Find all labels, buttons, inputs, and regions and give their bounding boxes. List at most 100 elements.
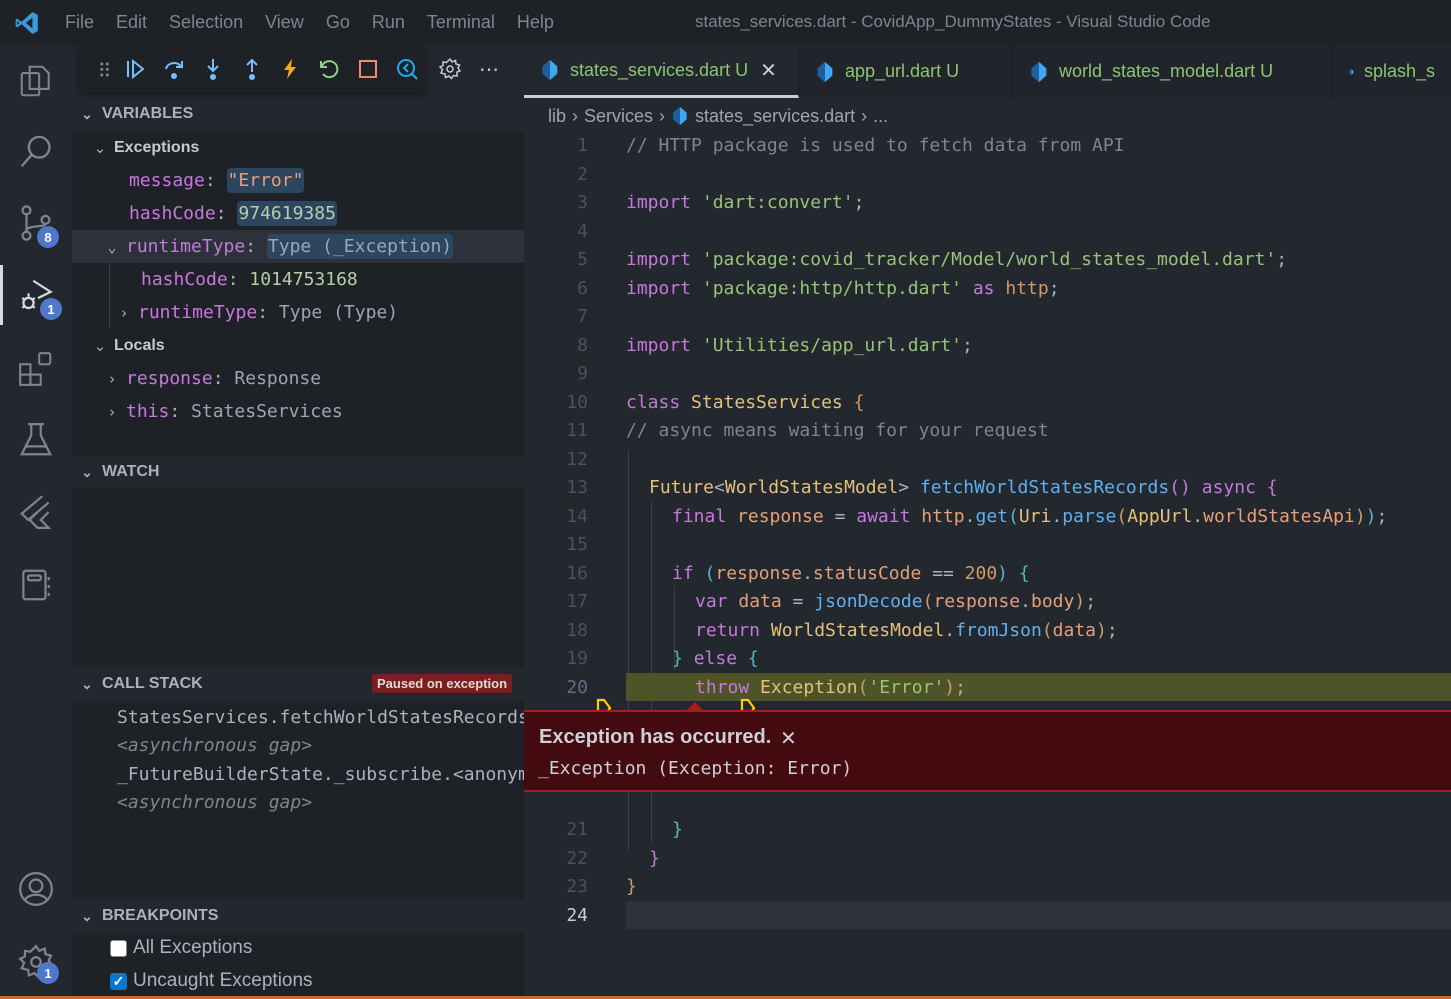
activity-search[interactable] <box>0 122 72 182</box>
debug-badge: 1 <box>40 298 62 320</box>
activity-flutter[interactable] <box>0 482 72 542</box>
variable-message[interactable]: message: "Error" <box>72 164 524 197</box>
uncaught-exceptions-checkbox[interactable]: ✓ <box>110 972 127 990</box>
variable-value: Type (Type) <box>278 302 399 323</box>
tab-splash[interactable]: splash_s <box>1333 45 1451 98</box>
extensions-icon <box>19 352 52 386</box>
gear-icon <box>438 57 462 80</box>
activity-testing[interactable] <box>0 410 72 470</box>
breakpoints-section-header[interactable]: ⌄ BREAKPOINTS <box>72 899 524 933</box>
variable-inner-hashcode[interactable]: hashCode: 1014753168 <box>72 263 524 296</box>
tab-label: world_states_model.dart <box>1059 61 1256 81</box>
variable-response[interactable]: › response: Response <box>72 362 524 395</box>
variable-hashcode[interactable]: hashCode: 974619385 <box>72 197 524 230</box>
menu-edit[interactable]: Edit <box>105 12 158 33</box>
paused-on-exception-badge: Paused on exception <box>372 674 513 693</box>
variable-this[interactable]: › this: StatesServices <box>72 395 524 428</box>
stack-async-gap: <asynchronous gap> <box>117 735 313 756</box>
code-line: 21} <box>566 818 683 840</box>
menu-file[interactable]: File <box>54 12 105 33</box>
close-icon[interactable]: ✕ <box>780 726 797 751</box>
breadcrumb-services[interactable]: Services <box>584 106 653 127</box>
continue-button[interactable] <box>116 50 155 88</box>
chevron-right-icon: › <box>572 105 579 126</box>
menu-terminal[interactable]: Terminal <box>416 12 506 33</box>
account-icon <box>19 872 53 906</box>
activity-source-control[interactable]: 8 <box>0 193 72 253</box>
scope-exceptions[interactable]: ⌄ Exceptions <box>72 131 524 164</box>
variable-value: Response <box>234 368 322 389</box>
breadcrumb-file[interactable]: states_services.dart <box>695 106 855 127</box>
menu-go[interactable]: Go <box>315 12 361 33</box>
variable-runtimetype[interactable]: ⌄ runtimeType: Type (_Exception) <box>72 230 524 263</box>
activity-explorer[interactable] <box>0 51 72 111</box>
breakpoint-uncaught-exceptions[interactable]: ✓ Uncaught Exceptions <box>110 970 313 992</box>
menu-run[interactable]: Run <box>361 12 416 33</box>
activity-accounts[interactable] <box>0 859 72 919</box>
close-icon[interactable]: ✕ <box>760 58 777 83</box>
menu-selection[interactable]: Selection <box>158 12 254 33</box>
activity-notebook[interactable] <box>0 555 72 615</box>
window-title: states_services.dart - CovidApp_DummySta… <box>695 12 1211 31</box>
tab-app-url[interactable]: app_url.dart U <box>799 45 1013 98</box>
all-exceptions-checkbox[interactable] <box>110 939 127 957</box>
search-icon <box>20 135 51 168</box>
tab-world-states-model[interactable]: world_states_model.dart U <box>1013 45 1333 98</box>
breakpoint-all-exceptions[interactable]: All Exceptions <box>110 937 252 959</box>
tab-label: splash_s <box>1363 61 1435 81</box>
step-into-icon <box>207 59 219 80</box>
callstack-section-header[interactable]: ⌄ CALL STACK Paused on exception <box>72 667 524 701</box>
stack-frame[interactable]: StatesServices.fetchWorldStatesRecords <box>117 707 529 728</box>
code-line: 4 <box>577 220 588 242</box>
debug-drag-handle[interactable] <box>94 50 116 88</box>
breakpoint-label: Uncaught Exceptions <box>133 970 313 991</box>
exception-arrow <box>686 702 704 711</box>
restart-button[interactable] <box>310 50 349 88</box>
scope-locals[interactable]: ⌄ Locals <box>72 329 524 362</box>
code-line: 23} <box>566 875 637 897</box>
tab-label: states_services.dart <box>570 59 731 80</box>
notebook-icon <box>22 569 50 601</box>
hot-reload-button[interactable] <box>271 50 310 88</box>
activity-run-debug[interactable]: 1 <box>0 265 72 325</box>
menu-help[interactable]: Help <box>506 12 565 33</box>
variable-name: response <box>126 368 213 389</box>
watch-section-header[interactable]: ⌄ WATCH <box>72 455 524 489</box>
code-line: 7 <box>577 305 588 327</box>
code-line: 6 import 'package:http/http.dart' as http… <box>577 277 1060 299</box>
code-line: 18 return WorldStatesModel.fromJson(data)… <box>566 619 1118 641</box>
activity-extensions[interactable] <box>0 339 72 399</box>
chevron-down-icon: ⌄ <box>81 463 93 480</box>
watch-title: WATCH <box>102 463 160 480</box>
code-editor[interactable]: 1// HTTP package is used to fetch data f… <box>524 130 1451 999</box>
code-line: 2 <box>577 163 588 185</box>
chevron-down-icon: ⌄ <box>81 907 93 924</box>
chevron-down-icon: ⌄ <box>93 139 107 157</box>
breadcrumb-symbol[interactable]: ... <box>873 106 888 127</box>
debug-toolbar <box>80 46 426 92</box>
stop-button[interactable] <box>349 50 388 88</box>
stop-icon <box>358 60 377 78</box>
vscode-logo-icon <box>0 0 54 45</box>
variable-value: 974619385 <box>237 201 337 226</box>
step-into-button[interactable] <box>194 50 233 88</box>
activity-bar: 8 1 1 <box>0 45 72 999</box>
variable-name: this <box>126 401 170 422</box>
debug-settings-button[interactable] <box>437 56 463 82</box>
more-actions-button[interactable]: ⋯ <box>476 56 502 82</box>
tab-label: app_url.dart <box>845 61 942 81</box>
activity-manage[interactable]: 1 <box>0 932 72 992</box>
chevron-down-icon: ⌄ <box>93 337 107 355</box>
tab-states-services[interactable]: states_services.dart U ✕ <box>524 45 799 98</box>
exception-widget: Exception has occurred. ✕ _Exception (Ex… <box>524 702 1451 792</box>
stack-frame[interactable]: _FutureBuilderState._subscribe.<anonym <box>117 764 529 785</box>
step-over-button[interactable] <box>155 50 194 88</box>
variable-inner-runtimetype[interactable]: › runtimeType: Type (Type) <box>72 296 524 329</box>
step-out-button[interactable] <box>232 50 271 88</box>
current-line: 20 throw Exception('Error'); <box>524 673 1451 718</box>
flutter-inspector-button[interactable] <box>387 50 426 88</box>
variables-section-header[interactable]: ⌄ VARIABLES <box>72 97 524 131</box>
breadcrumb: lib › Services › states_services.dart › … <box>548 103 888 129</box>
breadcrumb-lib[interactable]: lib <box>548 106 566 127</box>
menu-view[interactable]: View <box>254 12 315 33</box>
